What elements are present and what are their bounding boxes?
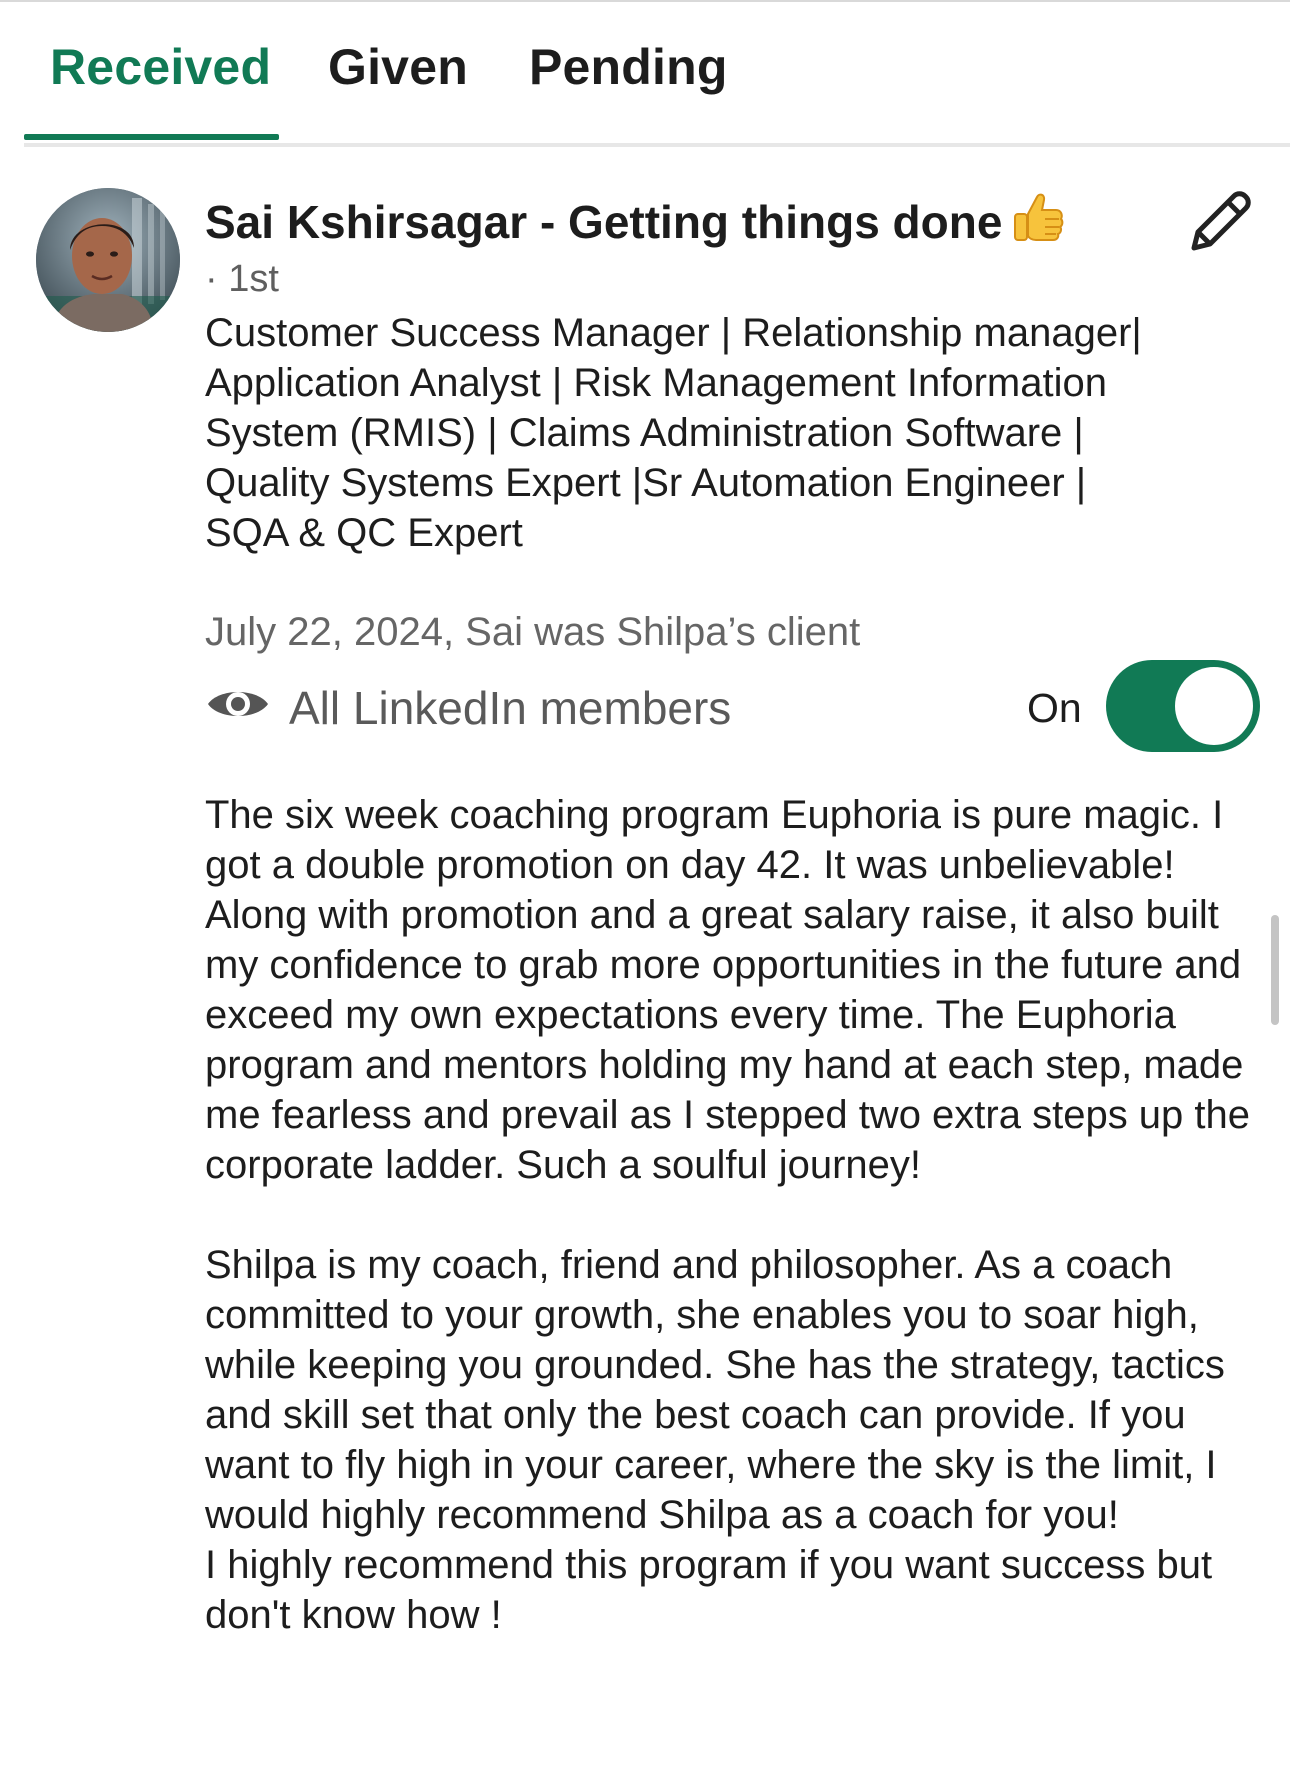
recommender-headline: Customer Success Manager | Relationship … [205, 311, 1142, 555]
thumbs-up-icon [1010, 190, 1066, 257]
tab-divider [24, 143, 1290, 147]
recommendation-paragraph: Shilpa is my coach, friend and philosoph… [205, 1243, 1225, 1537]
visibility-setting: All LinkedIn members On [205, 660, 1265, 760]
eye-icon [208, 692, 268, 716]
recommendation-paragraph: The six week coaching program Euphoria i… [205, 793, 1251, 1187]
tab-pending[interactable]: Pending [529, 38, 728, 96]
avatar-photo [36, 188, 180, 332]
visibility-label: All LinkedIn members [289, 682, 732, 734]
relationship-date: July 22, 2024, Sai was Shilpa’s client [205, 610, 861, 654]
scrollbar[interactable] [1271, 915, 1279, 1025]
active-tab-indicator [24, 134, 279, 140]
connection-degree: · 1st [205, 258, 279, 300]
recommender-name-text[interactable]: Sai Kshirsagar - Getting things done [205, 196, 1002, 248]
recommendation-paragraph: I highly recommend this program if you w… [205, 1543, 1213, 1637]
toggle-knob [1175, 667, 1253, 745]
recommender-name[interactable]: Sai Kshirsagar - Getting things done [205, 190, 1066, 257]
recommendation-text: The six week coaching program Euphoria i… [205, 790, 1255, 1640]
toggle-state-label: On [1027, 685, 1082, 731]
tab-received[interactable]: Received [50, 38, 271, 96]
pencil-icon [1191, 191, 1251, 251]
tab-bar: Received Given Pending [24, 0, 1290, 147]
tab-given[interactable]: Given [328, 38, 468, 96]
visibility-toggle[interactable] [1106, 660, 1260, 752]
avatar[interactable] [36, 188, 180, 332]
edit-button[interactable] [1180, 186, 1256, 262]
